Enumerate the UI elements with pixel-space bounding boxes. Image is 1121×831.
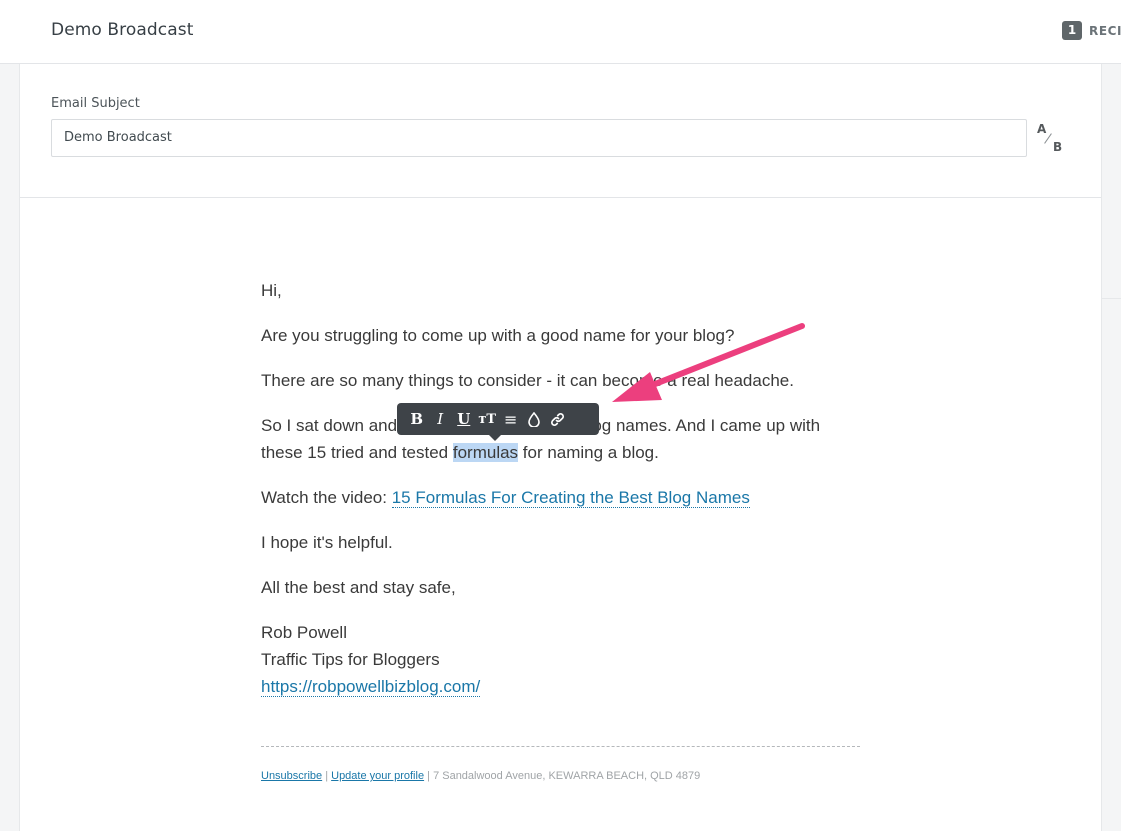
recipients-label: RECI	[1089, 23, 1121, 38]
page-title: Demo Broadcast	[51, 20, 194, 40]
email-footer: Unsubscribe | Update your profile | 7 Sa…	[261, 770, 700, 782]
update-profile-link[interactable]: Update your profile	[331, 770, 424, 782]
top-bar: Demo Broadcast 1 RECI	[0, 0, 1121, 64]
email-greeting[interactable]: Hi,	[261, 277, 282, 304]
email-paragraph-2[interactable]: There are so many things to consider - i…	[261, 367, 794, 394]
ab-test-toggle[interactable]: A B	[1034, 122, 1066, 156]
signature-tagline: Traffic Tips for Bloggers	[261, 650, 440, 669]
ab-test-a-label: A	[1037, 122, 1047, 136]
email-paragraph-6[interactable]: All the best and stay safe,	[261, 574, 456, 601]
unsubscribe-link[interactable]: Unsubscribe	[261, 770, 322, 782]
color-drop-icon[interactable]	[523, 403, 547, 435]
paragraph-3-line-1-start: So I sat down and	[261, 416, 398, 435]
toolbar-caret	[489, 435, 501, 441]
side-divider	[1102, 298, 1121, 299]
footer-address: 7 Sandalwood Avenue, KEWARRA BEACH, QLD …	[433, 770, 701, 782]
underline-icon[interactable]: U	[452, 403, 476, 435]
align-icon[interactable]: ≡	[499, 403, 523, 435]
recipients-indicator[interactable]: 1 RECI	[1062, 21, 1121, 40]
footer-separator-1: |	[322, 770, 332, 782]
email-subject-label: Email Subject	[51, 96, 140, 111]
ab-test-b-label: B	[1053, 140, 1063, 154]
text-format-toolbar: B I U ᴛT ≡	[397, 403, 599, 441]
paragraph-3-line-2-end: for naming a blog.	[518, 443, 659, 462]
bold-icon[interactable]: B	[405, 403, 429, 435]
text-size-icon[interactable]: ᴛT	[476, 403, 500, 435]
email-video-paragraph[interactable]: Watch the video: 15 Formulas For Creatin…	[261, 484, 750, 511]
video-link[interactable]: 15 Formulas For Creating the Best Blog N…	[391, 488, 750, 508]
signature-url-link[interactable]: https://robpowellbizblog.com/	[261, 677, 481, 697]
footer-separator-2: |	[424, 770, 434, 782]
italic-icon[interactable]: I	[429, 403, 453, 435]
paragraph-3-line-1-end: blog names. And I came up with	[579, 416, 821, 435]
signature-name: Rob Powell	[261, 623, 347, 642]
recipients-count-badge: 1	[1062, 21, 1082, 40]
email-subject-input[interactable]: Demo Broadcast	[51, 119, 1027, 157]
video-prefix: Watch the video:	[261, 488, 392, 507]
email-paragraph-1[interactable]: Are you struggling to come up with a goo…	[261, 322, 734, 349]
footer-separator	[261, 746, 860, 747]
email-signature[interactable]: Rob Powell Traffic Tips for Bloggers htt…	[261, 619, 481, 700]
selected-text-highlight[interactable]: formulas	[452, 443, 519, 462]
link-icon[interactable]	[546, 403, 570, 435]
email-paragraph-5[interactable]: I hope it's helpful.	[261, 529, 393, 556]
paragraph-3-line-2-start: these 15 tried and tested	[261, 443, 453, 462]
section-divider	[20, 197, 1101, 198]
